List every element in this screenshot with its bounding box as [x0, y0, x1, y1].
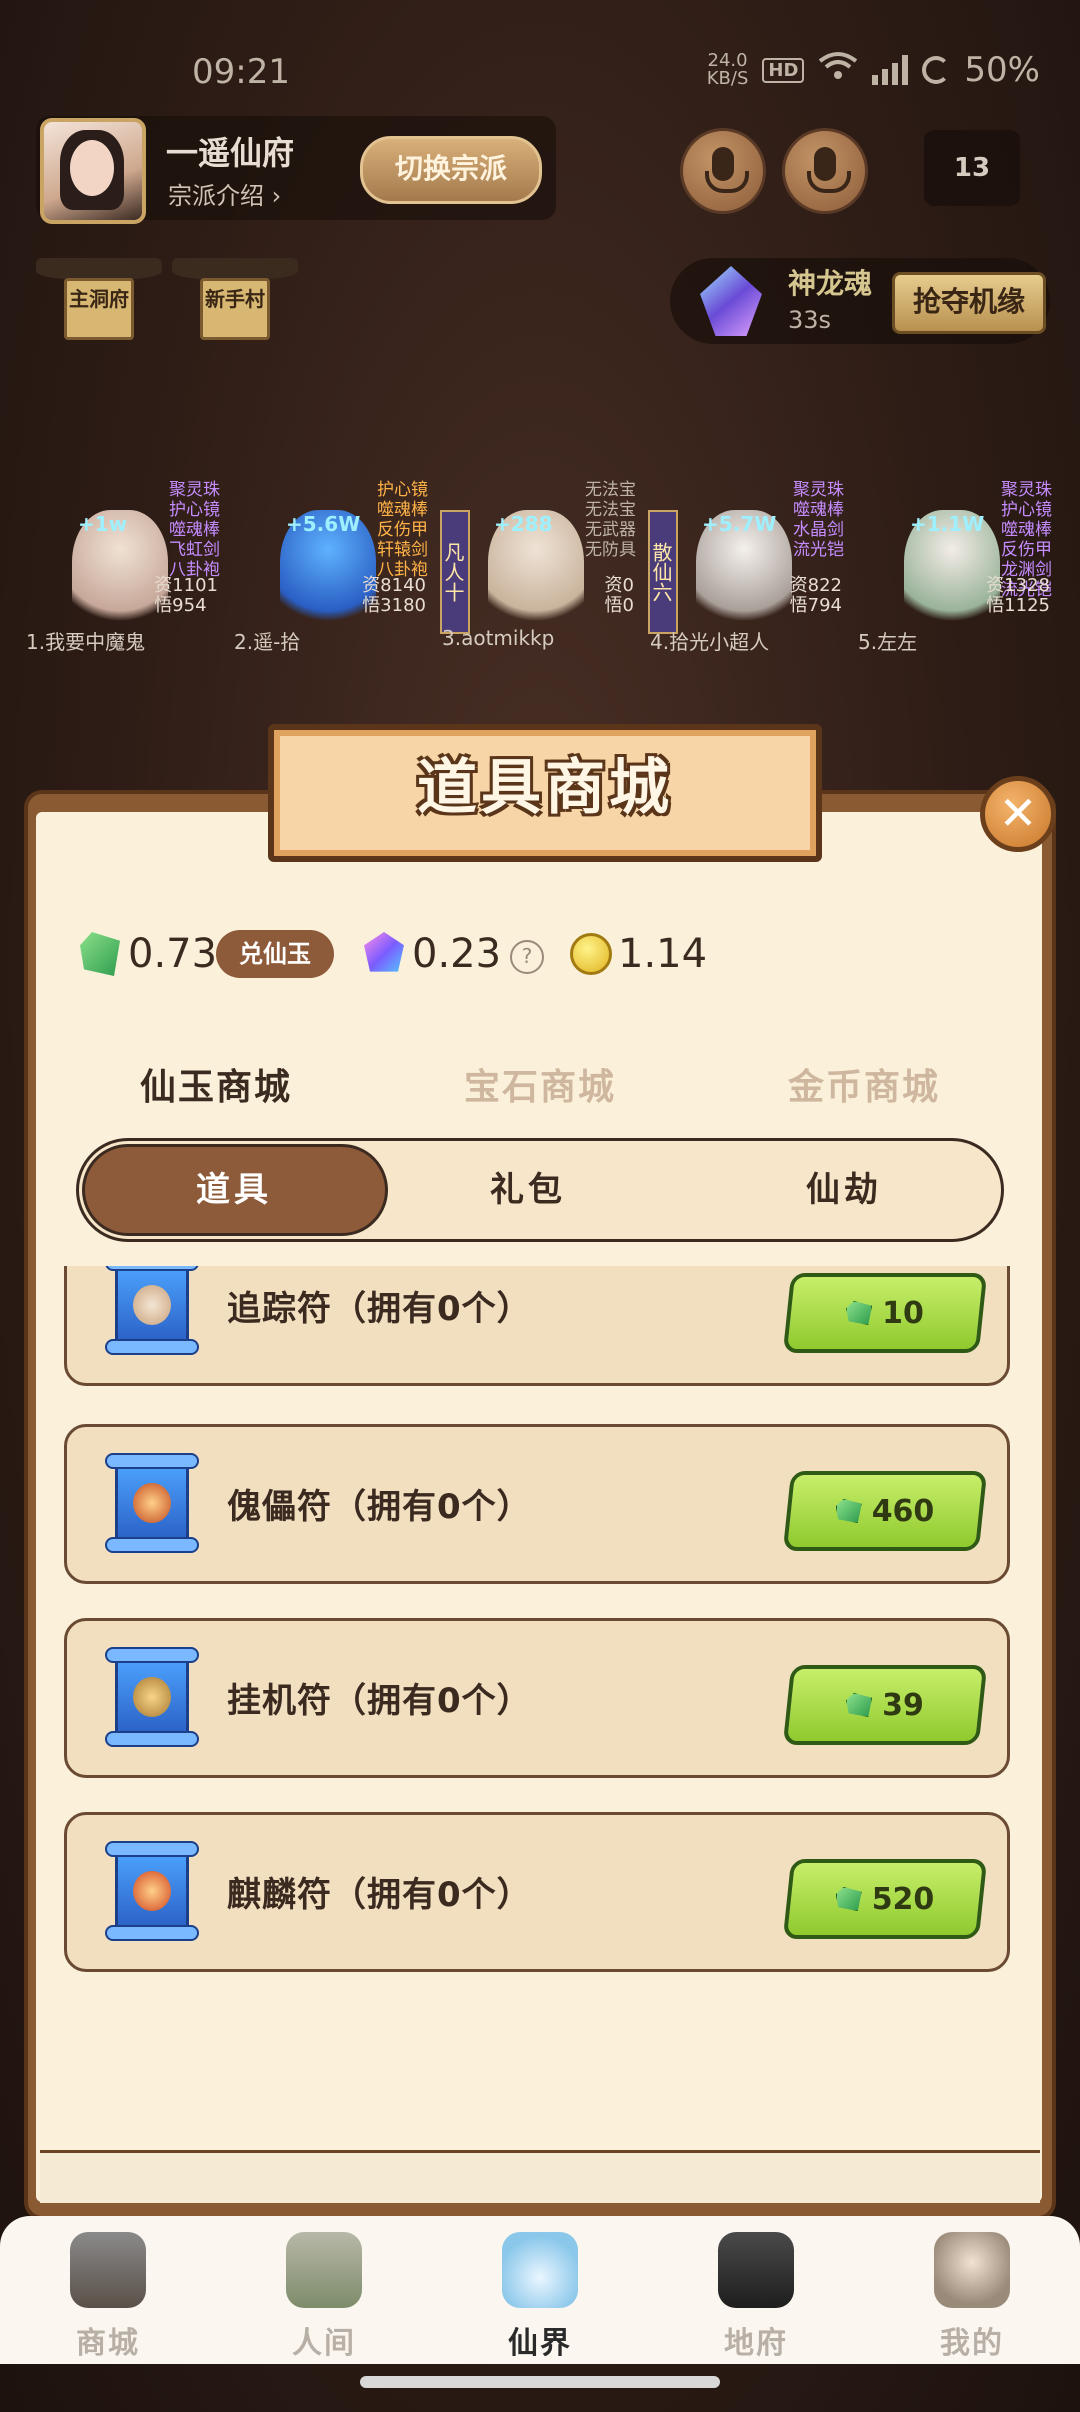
- cloud-mountain-icon: [502, 2232, 578, 2308]
- equipment-list: 护心镜 噬魂棒 反伤甲 轩辕剑 八卦袍: [377, 480, 428, 580]
- buy-button[interactable]: 520: [782, 1859, 988, 1939]
- jade-balance: 0.73: [80, 924, 217, 984]
- avatar[interactable]: [40, 118, 146, 224]
- clock: 09:21: [192, 52, 290, 92]
- buy-button[interactable]: 39: [782, 1665, 988, 1745]
- item-name: 追踪符（拥有0个）: [227, 1289, 532, 1329]
- signal-icon: [872, 55, 909, 85]
- online-counter: 13: [924, 130, 1020, 206]
- nav-profile[interactable]: 我的: [892, 2228, 1052, 2361]
- nav-human-realm[interactable]: 人间: [244, 2228, 404, 2361]
- talisman-scroll-icon: [105, 1453, 199, 1553]
- mic-icon[interactable]: [782, 128, 868, 214]
- player-card[interactable]: 凡人十 +288 无法宝 无法宝 无武器 无防具 资0 悟0 3.aotmikkp: [436, 480, 636, 680]
- status-bar: 09:21 24.0 KB/S HD 50%: [0, 40, 1080, 110]
- talisman-scroll-icon: [105, 1647, 199, 1747]
- mountain-icon: [286, 2232, 362, 2308]
- player-stats: 资822 悟794: [789, 575, 842, 616]
- tab-gem-shop[interactable]: 宝石商城: [420, 1058, 660, 1110]
- paper-edge: [40, 2150, 1040, 2203]
- item-name: 挂机符（拥有0个）: [227, 1681, 532, 1721]
- list-item: 追踪符（拥有0个） 10: [64, 1266, 1010, 1386]
- jade-icon: [836, 1887, 862, 1911]
- player-name: 1.我要中魔鬼: [26, 630, 146, 654]
- buy-button[interactable]: 10: [782, 1273, 988, 1353]
- gem-balance: 0.23: [364, 924, 501, 984]
- rank-badge: 凡人十: [440, 510, 470, 634]
- close-button[interactable]: ✕: [980, 776, 1056, 852]
- battery-percent: 50%: [964, 50, 1040, 90]
- player-stats: 资1328 悟1125: [986, 575, 1050, 616]
- player-card[interactable]: +1w 聚灵珠 护心镜 噬魂棒 飞虹剑 八卦袍 资1101 悟954 1.我要中魔鬼: [20, 480, 220, 680]
- segment-tribulation[interactable]: 仙劫: [744, 1160, 944, 1220]
- profile-avatar-icon: [934, 2232, 1010, 2308]
- talisman-scroll-icon: [105, 1841, 199, 1941]
- exchange-jade-button[interactable]: 兑仙玉: [216, 930, 334, 978]
- jade-icon: [846, 1301, 872, 1325]
- shop-pavilion-icon: [70, 2232, 146, 2308]
- talisman-scroll-icon: [105, 1266, 199, 1355]
- dragon-soul-name: 神龙魂: [788, 267, 873, 300]
- segment-gift-pack[interactable]: 礼包: [428, 1160, 628, 1220]
- tab-jade-shop[interactable]: 仙玉商城: [96, 1058, 336, 1110]
- equipment-list: 聚灵珠 护心镜 噬魂棒 飞虹剑 八卦袍: [169, 480, 220, 580]
- gold-balance: 1.14: [570, 924, 707, 984]
- nav-immortal-realm[interactable]: 仙界: [460, 2228, 620, 2361]
- jade-icon: [836, 1499, 862, 1523]
- player-stats: 资0 悟0: [604, 575, 634, 616]
- item-name: 傀儡符（拥有0个）: [227, 1487, 532, 1527]
- battery-icon: [922, 56, 951, 84]
- modal-title: 道具商城: [417, 753, 673, 823]
- player-stats: 资1101 悟954: [154, 575, 218, 616]
- gold-coin-icon: [570, 933, 612, 975]
- player-card[interactable]: +5.6W 护心镜 噬魂棒 反伤甲 轩辕剑 八卦袍 资8140 悟3180 2.遥-拾: [228, 480, 428, 680]
- equipment-list: 无法宝 无法宝 无武器 无防具: [585, 480, 636, 560]
- nav-underworld[interactable]: 地府: [676, 2228, 836, 2361]
- rank-badge: 散仙六: [648, 510, 678, 634]
- player-name: 2.遥-拾: [234, 630, 301, 654]
- player-card[interactable]: 散仙六 +5.7W 聚灵珠 噬魂棒 水晶剑 流光铠 资822 悟794 4.拾光小超人: [644, 480, 844, 680]
- dragon-soul-timer: 33s: [788, 306, 832, 334]
- dark-rocks-icon: [718, 2232, 794, 2308]
- switch-sect-button[interactable]: 切换宗派: [360, 136, 542, 204]
- list-item: 傀儡符（拥有0个） 460: [64, 1424, 1010, 1584]
- item-list: 追踪符（拥有0个） 10 傀儡符（拥有0个） 460 挂机符（拥有0个） 39 …: [40, 1266, 1040, 2150]
- player-name: 3.aotmikkp: [442, 626, 555, 650]
- buy-button[interactable]: 460: [782, 1471, 988, 1551]
- gem-icon: [364, 932, 404, 972]
- wifi-icon: [818, 50, 858, 90]
- jade-icon: [846, 1693, 872, 1717]
- sect-intro-link[interactable]: 宗派介绍 ›: [168, 176, 281, 211]
- mic-icon[interactable]: [680, 128, 766, 214]
- segment-props[interactable]: 道具: [134, 1160, 334, 1220]
- gate-novice-village[interactable]: 新手村: [172, 258, 298, 344]
- jade-icon: [80, 932, 120, 976]
- home-indicator[interactable]: [360, 2376, 720, 2388]
- player-name: 5.左左: [858, 630, 918, 654]
- nav-shop[interactable]: 商城: [28, 2228, 188, 2361]
- hd-icon: HD: [762, 57, 805, 83]
- close-icon: ✕: [998, 786, 1038, 840]
- player-card[interactable]: +1.1W 聚灵珠 护心镜 噬魂棒 反伤甲 龙渊剑 流光铠 资1328 悟1125 5.左左: [852, 480, 1052, 680]
- sect-name: 一遥仙府: [166, 134, 295, 172]
- list-item: 挂机符（拥有0个） 39: [64, 1618, 1010, 1778]
- chevron-right-icon: ›: [271, 182, 282, 210]
- player-name: 4.拾光小超人: [650, 630, 770, 654]
- item-name: 麒麟符（拥有0个）: [227, 1875, 532, 1915]
- tab-gold-shop[interactable]: 金币商城: [744, 1058, 984, 1110]
- help-icon[interactable]: ?: [510, 940, 544, 974]
- player-stats: 资8140 悟3180: [362, 575, 426, 616]
- grab-opportunity-button[interactable]: 抢夺机缘: [892, 272, 1046, 334]
- equipment-list: 聚灵珠 噬魂棒 水晶剑 流光铠: [793, 480, 844, 560]
- network-speed: 24.0 KB/S: [706, 50, 749, 89]
- gate-main-cave[interactable]: 主洞府: [36, 258, 162, 344]
- list-item: 麒麟符（拥有0个） 520: [64, 1812, 1010, 1972]
